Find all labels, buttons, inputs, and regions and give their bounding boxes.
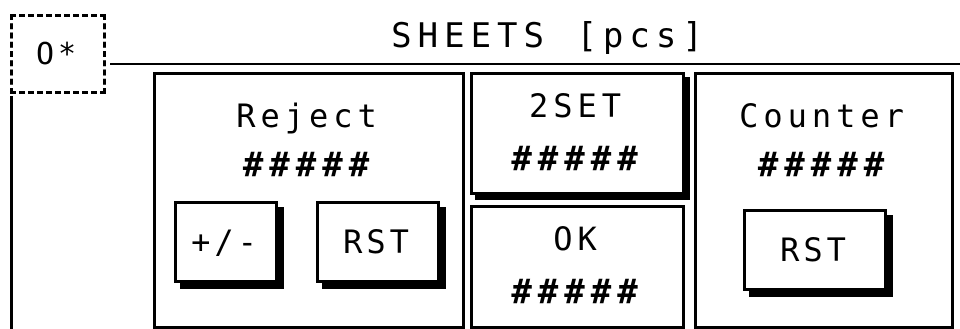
header-divider [110,63,960,65]
mode-indicator-button[interactable]: O* [10,14,106,94]
set-value: ##### [511,139,644,179]
page-title: SHEETS [pcs] [391,16,709,56]
counter-reset-button[interactable]: RST [743,209,887,291]
ok-label: OK [553,220,602,258]
screen-left-edge [10,96,13,329]
reject-plus-minus-button[interactable]: +/- [174,201,278,283]
counter-panel: Counter ##### RST [694,72,954,329]
counter-label: Counter [739,97,909,135]
ok-value: ##### [511,272,644,312]
set-label: 2SET [528,87,627,125]
reject-value: ##### [242,145,376,185]
reject-panel: Reject ##### +/- RST [153,72,465,329]
reject-reset-button[interactable]: RST [316,201,440,283]
reject-label: Reject [236,97,382,135]
ok-panel: OK ##### [470,205,685,329]
counter-value: ##### [757,145,891,185]
hmi-screen: O* SHEETS [pcs] Reject ##### +/- RST 2SE… [0,0,960,329]
set-panel: 2SET ##### [470,72,685,195]
mode-indicator-label: O* [35,36,81,72]
